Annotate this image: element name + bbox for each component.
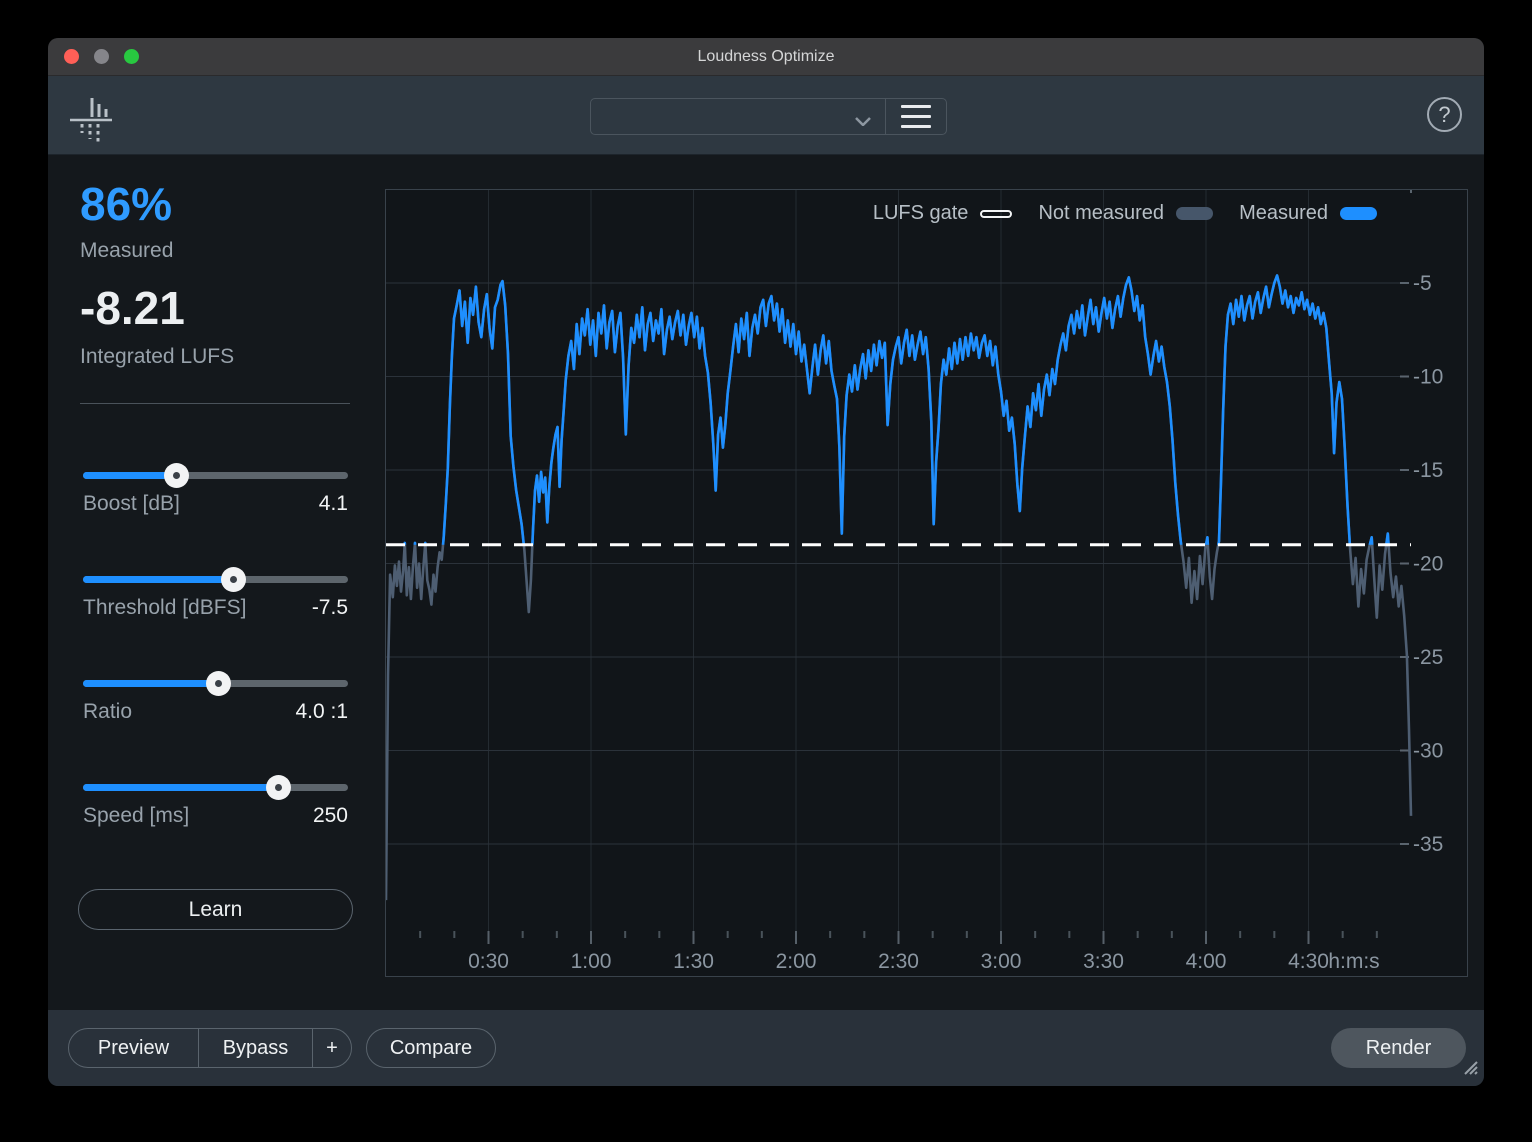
- sidebar-divider: [80, 403, 350, 404]
- legend-not-measured: Not measured: [1038, 202, 1213, 225]
- not-measured-swatch-icon: [1176, 207, 1213, 220]
- svg-text:-25: -25: [1413, 646, 1443, 669]
- window-title: Loudness Optimize: [48, 38, 1484, 76]
- preview-button[interactable]: Preview: [69, 1029, 198, 1067]
- boost-slider[interactable]: [83, 472, 348, 479]
- threshold-slider-group: Threshold [dBFS] -7.5: [83, 564, 348, 624]
- measured-swatch-icon: [1340, 207, 1377, 220]
- help-button[interactable]: ?: [1427, 97, 1462, 132]
- learn-button[interactable]: Learn: [78, 889, 353, 930]
- measured-percent: 86%: [80, 177, 172, 231]
- svg-text:3:30: 3:30: [1083, 950, 1124, 973]
- svg-text:h:m:s: h:m:s: [1328, 950, 1379, 973]
- loudness-optimize-logo-icon: [68, 90, 116, 147]
- boost-slider-thumb[interactable]: [164, 463, 189, 488]
- svg-text:4:00: 4:00: [1186, 950, 1227, 973]
- bypass-button[interactable]: Bypass: [199, 1029, 312, 1067]
- boost-slider-group: Boost [dB] 4.1: [83, 460, 348, 520]
- compare-button[interactable]: Compare: [366, 1028, 496, 1068]
- toolbar: ?: [48, 76, 1484, 155]
- svg-text:2:30: 2:30: [878, 950, 919, 973]
- speed-value: 250: [313, 804, 348, 828]
- add-button[interactable]: +: [313, 1029, 351, 1067]
- svg-text:1:30: 1:30: [673, 950, 714, 973]
- svg-text:2:00: 2:00: [776, 950, 817, 973]
- svg-text:-35: -35: [1413, 833, 1443, 856]
- svg-text:1:00: 1:00: [571, 950, 612, 973]
- bottom-bar: Preview Bypass + Compare Render: [48, 1010, 1484, 1086]
- threshold-slider[interactable]: [83, 576, 348, 583]
- svg-text:-15: -15: [1413, 459, 1443, 482]
- threshold-slider-thumb[interactable]: [221, 567, 246, 592]
- preset-menu-button[interactable]: [886, 99, 946, 134]
- threshold-value: -7.5: [312, 596, 348, 620]
- svg-text:4:30: 4:30: [1288, 950, 1329, 973]
- speed-slider-thumb[interactable]: [266, 775, 291, 800]
- speed-slider[interactable]: [83, 784, 348, 791]
- svg-text:-5: -5: [1413, 272, 1432, 295]
- boost-label: Boost [dB]: [83, 492, 180, 516]
- boost-value: 4.1: [319, 492, 348, 516]
- loudness-chart-panel: -5 -10 -15 -20 -25 -30 -35 0:30 1:00 1:30 2:00 2:30…: [385, 189, 1468, 977]
- svg-text:-20: -20: [1413, 553, 1443, 576]
- svg-text:-30: -30: [1413, 740, 1443, 763]
- legend-measured: Measured: [1239, 202, 1377, 225]
- chevron-down-icon: [855, 113, 871, 131]
- measured-label: Measured: [80, 239, 173, 263]
- preset-control: [590, 98, 947, 135]
- ratio-label: Ratio: [83, 700, 132, 724]
- ratio-slider-group: Ratio 4.0 :1: [83, 668, 348, 728]
- legend-lufs-gate: LUFS gate: [873, 202, 1013, 225]
- speed-label: Speed [ms]: [83, 804, 189, 828]
- title-bar: Loudness Optimize: [48, 38, 1484, 76]
- resize-grip[interactable]: [1457, 1054, 1479, 1081]
- app-window: Loudness Optimize: [48, 38, 1484, 1086]
- ratio-value: 4.0 :1: [295, 700, 348, 724]
- svg-text:3:00: 3:00: [981, 950, 1022, 973]
- ratio-slider[interactable]: [83, 680, 348, 687]
- svg-text:0:30: 0:30: [468, 950, 509, 973]
- ratio-slider-thumb[interactable]: [206, 671, 231, 696]
- main-area: 86% Measured -8.21 Integrated LUFS Boost…: [48, 155, 1484, 1010]
- hamburger-icon: [901, 105, 931, 108]
- integrated-lufs-value: -8.21: [80, 281, 185, 335]
- sidebar: 86% Measured -8.21 Integrated LUFS Boost…: [48, 155, 385, 1010]
- chart-legend: LUFS gate Not measured Measured: [873, 202, 1377, 225]
- lufs-gate-swatch-icon: [980, 210, 1012, 218]
- svg-text:-10: -10: [1413, 366, 1443, 389]
- render-button[interactable]: Render: [1331, 1028, 1466, 1068]
- speed-slider-group: Speed [ms] 250: [83, 772, 348, 832]
- preview-bypass-group: Preview Bypass +: [68, 1028, 352, 1068]
- integrated-lufs-label: Integrated LUFS: [80, 345, 234, 369]
- threshold-label: Threshold [dBFS]: [83, 596, 246, 620]
- loudness-chart: -5 -10 -15 -20 -25 -30 -35 0:30 1:00 1:30 2:00 2:30…: [386, 190, 1467, 976]
- preset-select[interactable]: [591, 99, 886, 134]
